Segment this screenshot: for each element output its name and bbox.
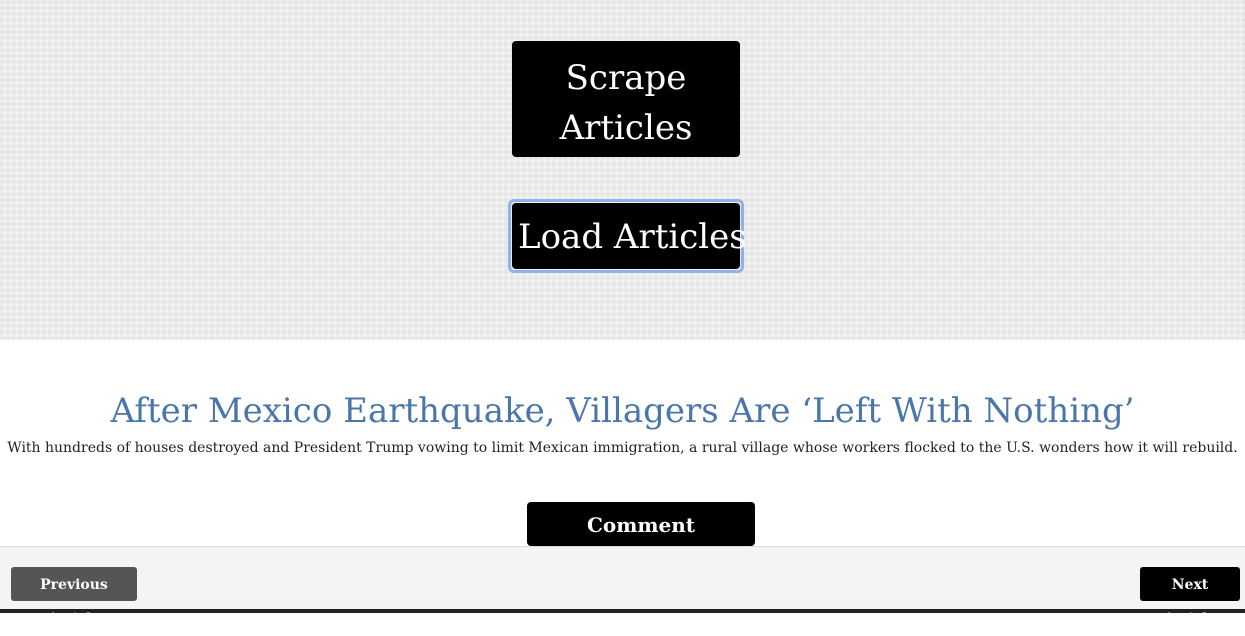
article-title: After Mexico Earthquake, Villagers Are ‘… (110, 391, 1135, 431)
previous-article-button[interactable]: Previous Article (11, 567, 137, 627)
article-summary: With hundreds of houses destroyed and Pr… (7, 440, 1238, 456)
footer-bottom-border (0, 609, 1245, 613)
scrape-articles-button[interactable]: Scrape Articles (512, 41, 740, 157)
next-article-button[interactable]: Next Article (1140, 567, 1240, 627)
load-articles-button[interactable]: Load Articles (512, 203, 747, 269)
footer-bar (0, 546, 1245, 613)
comment-button[interactable]: Comment (527, 502, 755, 546)
